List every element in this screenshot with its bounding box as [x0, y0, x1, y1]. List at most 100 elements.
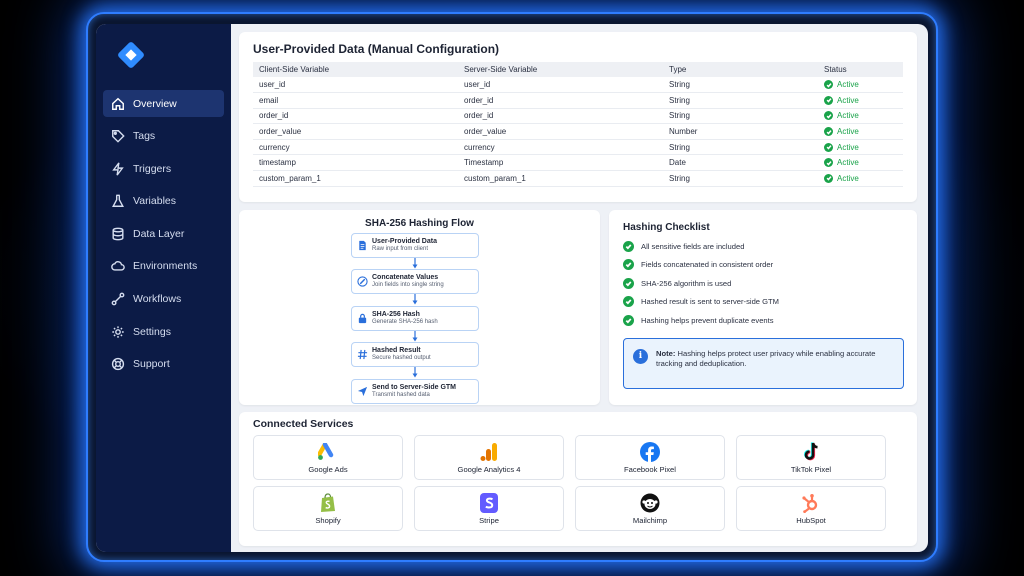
service-card-mailchimp[interactable]: Mailchimp — [575, 486, 725, 531]
step-subtitle: Raw input from client — [372, 246, 429, 253]
status-text: Active — [837, 158, 859, 168]
check-circle-icon — [824, 142, 833, 152]
flow-step: User-Provided Data Raw input from client — [351, 233, 479, 258]
service-name: Shopify — [315, 515, 341, 525]
arrow-down-icon — [412, 258, 418, 269]
service-card-google-analytics-4[interactable]: Google Analytics 4 — [414, 435, 564, 480]
check-circle-icon — [824, 95, 833, 105]
checklist-item: Hashing helps prevent duplicate events — [623, 314, 903, 326]
google-analytics-icon — [480, 442, 498, 462]
sidebar-item-label: Workflows — [133, 293, 182, 306]
check-circle-icon — [824, 173, 833, 183]
google-ads-icon — [318, 442, 338, 462]
sidebar-item-overview[interactable]: Overview — [103, 90, 224, 117]
send-icon — [352, 386, 372, 397]
facebook-icon — [640, 441, 660, 462]
service-card-hubspot[interactable]: HubSpot — [736, 486, 886, 531]
sidebar: Overview Tags Triggers Variables Data La… — [96, 24, 231, 552]
sidebar-item-label: Support — [133, 358, 170, 371]
sidebar-item-label: Settings — [133, 325, 171, 338]
status-cell: Active — [818, 92, 903, 109]
table-cell: user_id — [458, 77, 663, 94]
flask-icon — [112, 194, 124, 208]
status-badge: Active — [824, 127, 903, 137]
status-badge: Active — [824, 142, 903, 152]
service-name: HubSpot — [796, 515, 826, 525]
hash-icon — [352, 349, 372, 360]
sidebar-item-triggers[interactable]: Triggers — [103, 155, 224, 182]
table-row[interactable]: email order_id String Active — [253, 92, 903, 109]
hubspot-icon — [801, 493, 821, 513]
table-row[interactable]: custom_param_1 custom_param_1 String Active — [253, 170, 903, 187]
checklist-item-text: SHA-256 algorithm is used — [641, 278, 732, 288]
sidebar-item-environments[interactable]: Environments — [103, 253, 224, 280]
status-cell: Active — [818, 170, 903, 187]
sidebar-item-support[interactable]: Support — [103, 351, 224, 378]
table-row[interactable]: timestamp Timestamp Date Active — [253, 154, 903, 172]
services-grid: Google Ads Google Analytics 4 Facebook Pix… — [253, 435, 903, 531]
table-row[interactable]: currency currency String Active — [253, 139, 903, 156]
service-card-facebook-pixel[interactable]: Facebook Pixel — [575, 435, 725, 480]
table-cell: timestamp — [253, 154, 458, 172]
app-window: Overview Tags Triggers Variables Data La… — [96, 24, 928, 552]
lock-icon — [352, 313, 372, 324]
app-logo[interactable] — [116, 40, 146, 70]
check-circle-icon — [623, 314, 634, 326]
service-card-google-ads[interactable]: Google Ads — [253, 435, 403, 480]
sidebar-item-settings[interactable]: Settings — [103, 318, 224, 345]
database-icon — [112, 227, 124, 241]
table-cell: custom_param_1 — [253, 170, 458, 187]
table-cell: user_id — [253, 77, 458, 94]
checklist-item-text: Hashed result is sent to server-side GTM — [641, 297, 780, 307]
table-row[interactable]: order_value order_value Number Active — [253, 123, 903, 140]
step-title: Send to Server-Side GTM — [372, 383, 457, 391]
status-text: Active — [837, 127, 859, 137]
status-cell: Active — [818, 123, 903, 140]
sidebar-item-workflows[interactable]: Workflows — [103, 286, 224, 313]
connected-services-card: Connected Services Google Ads Google Anal… — [239, 412, 917, 546]
column-header: Server-Side Variable — [458, 62, 663, 77]
table-header-row: Client-Side Variable Server-Side Variabl… — [253, 62, 903, 77]
main-content: User-Provided Data (Manual Configuration… — [231, 24, 928, 552]
status-cell: Active — [818, 154, 903, 172]
check-circle-icon — [824, 111, 833, 121]
tag-icon — [112, 130, 125, 143]
sidebar-item-data-layer[interactable]: Data Layer — [103, 220, 224, 247]
user-data-table-card: User-Provided Data (Manual Configuration… — [239, 32, 917, 202]
table-row[interactable]: order_id order_id String Active — [253, 108, 903, 125]
table-cell: order_id — [458, 92, 663, 109]
mailchimp-icon — [640, 493, 660, 513]
column-header: Client-Side Variable — [253, 62, 458, 77]
status-text: Active — [837, 142, 859, 152]
status-text: Active — [837, 111, 859, 121]
sidebar-item-label: Overview — [133, 97, 177, 110]
document-icon — [352, 240, 372, 251]
note-label: Note: — [656, 349, 676, 358]
flow-title: SHA-256 Hashing Flow — [365, 218, 474, 229]
service-card-tiktok-pixel[interactable]: TikTok Pixel — [736, 435, 886, 480]
checklist-item-text: Hashing helps prevent duplicate events — [641, 315, 774, 325]
flow-step: Send to Server-Side GTM Transmit hashed d… — [351, 378, 479, 404]
arrow-down-icon — [412, 330, 418, 342]
link-icon — [352, 276, 372, 288]
service-card-shopify[interactable]: Shopify — [253, 486, 403, 531]
sidebar-item-label: Variables — [133, 195, 176, 208]
status-text: Active — [837, 80, 859, 90]
home-icon — [112, 97, 124, 110]
cloud-icon — [111, 261, 125, 272]
sidebar-item-variables[interactable]: Variables — [103, 188, 224, 215]
checklist-item-text: All sensitive fields are included — [641, 241, 745, 251]
step-title: SHA-256 Hash — [372, 310, 420, 318]
service-name: Mailchimp — [632, 515, 668, 525]
table-row[interactable]: user_id user_id String Active — [253, 77, 903, 94]
step-title: Concatenate Values — [372, 274, 439, 282]
workflow-icon — [111, 292, 125, 306]
sidebar-item-tags[interactable]: Tags — [103, 123, 224, 150]
step-subtitle: Generate SHA-256 hash — [372, 318, 438, 325]
service-name: Facebook Pixel — [624, 464, 676, 474]
table-cell: String — [663, 77, 818, 94]
check-circle-icon — [623, 296, 634, 308]
status-badge: Active — [824, 173, 903, 183]
table-cell: Date — [663, 154, 818, 172]
service-card-stripe[interactable]: Stripe — [414, 486, 564, 531]
